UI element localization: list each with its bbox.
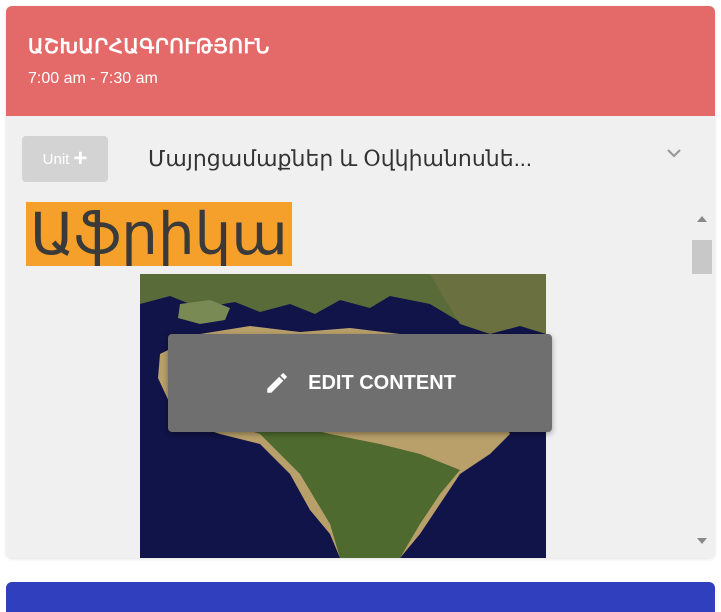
edit-content-button[interactable]: EDIT CONTENT	[168, 334, 552, 432]
pencil-icon	[267, 373, 287, 393]
lesson-time: 7:00 am - 7:30 am	[28, 70, 158, 87]
add-unit-button[interactable]: Unit +	[22, 136, 108, 182]
unit-row: Unit + Մայրցամաքներ և Օվկիանոսնե...	[6, 116, 715, 188]
schedule-card: ԱՇԽԱՐՀԱԳՐՈՒԹՅՈՒՆ 7:00 am - 7:30 am Unit …	[6, 6, 715, 558]
unit-title[interactable]: Մայրցամաքներ և Օվկիանոսնե...	[148, 146, 532, 172]
edit-content-label: EDIT CONTENT	[308, 371, 456, 394]
lesson-content: Աֆրիկա EDIT CONTENT	[6, 188, 690, 558]
content-scrollbar[interactable]	[690, 188, 715, 558]
scroll-up-arrow-icon[interactable]	[697, 216, 707, 222]
scroll-down-arrow-icon[interactable]	[697, 538, 707, 544]
scroll-thumb[interactable]	[692, 240, 712, 274]
lesson-header[interactable]: ԱՇԽԱՐՀԱԳՐՈՒԹՅՈՒՆ 7:00 am - 7:30 am	[6, 6, 715, 116]
content-heading: Աֆրիկա	[26, 202, 292, 266]
plus-icon: +	[73, 145, 88, 172]
next-schedule-card[interactable]	[6, 582, 715, 612]
unit-button-label: Unit	[42, 150, 70, 168]
chevron-down-icon[interactable]	[666, 148, 682, 158]
lesson-title: ԱՇԽԱՐՀԱԳՐՈՒԹՅՈՒՆ	[28, 36, 270, 58]
